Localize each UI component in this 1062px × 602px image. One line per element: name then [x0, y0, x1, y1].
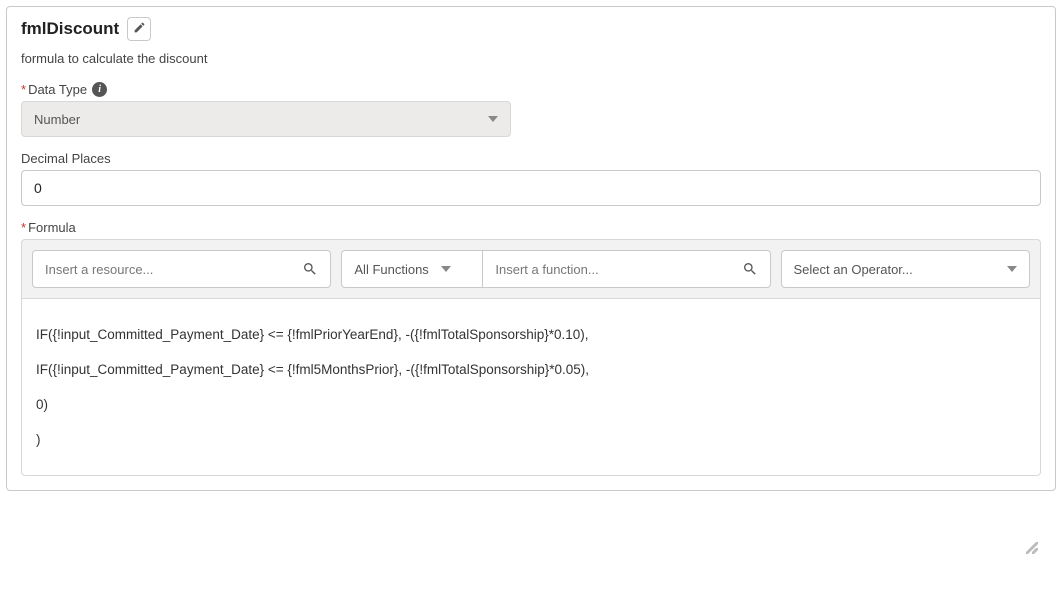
data-type-value: Number — [34, 112, 80, 127]
data-type-label: *Data Type i — [21, 82, 1041, 97]
function-picker-group: All Functions — [341, 250, 770, 288]
resource-picker[interactable] — [32, 250, 331, 288]
search-icon — [290, 251, 330, 287]
functions-filter-select[interactable]: All Functions — [342, 251, 482, 287]
resource-input[interactable] — [33, 251, 290, 287]
title-row: fmlDiscount — [21, 17, 1041, 41]
chevron-down-icon — [441, 266, 451, 272]
formula-field: *Formula All Functions — [21, 220, 1041, 476]
formula-toolbar: All Functions Select an Operator... — [21, 239, 1041, 298]
data-type-select[interactable]: Number — [21, 101, 511, 137]
decimal-places-field: Decimal Places — [21, 151, 1041, 206]
functions-filter-label: All Functions — [354, 262, 428, 277]
edit-button[interactable] — [127, 17, 151, 41]
search-icon — [730, 251, 770, 287]
operator-select[interactable]: Select an Operator... — [781, 250, 1030, 288]
formula-textarea[interactable]: IF({!input_Committed_Payment_Date} <= {!… — [21, 298, 1041, 476]
decimal-places-label: Decimal Places — [21, 151, 1041, 166]
pencil-icon — [133, 21, 146, 37]
decimal-places-input[interactable] — [21, 170, 1041, 206]
chevron-down-icon — [1007, 266, 1017, 272]
chevron-down-icon — [488, 116, 498, 122]
formula-label: *Formula — [21, 220, 1041, 235]
formula-description: formula to calculate the discount — [21, 51, 1041, 66]
formula-editor-panel: fmlDiscount formula to calculate the dis… — [6, 6, 1056, 491]
function-input[interactable] — [483, 251, 729, 287]
data-type-field: *Data Type i Number — [21, 82, 1041, 137]
resize-handle-icon[interactable] — [1026, 461, 1038, 473]
info-icon[interactable]: i — [92, 82, 107, 97]
formula-title: fmlDiscount — [21, 19, 119, 39]
operator-placeholder: Select an Operator... — [794, 262, 913, 277]
